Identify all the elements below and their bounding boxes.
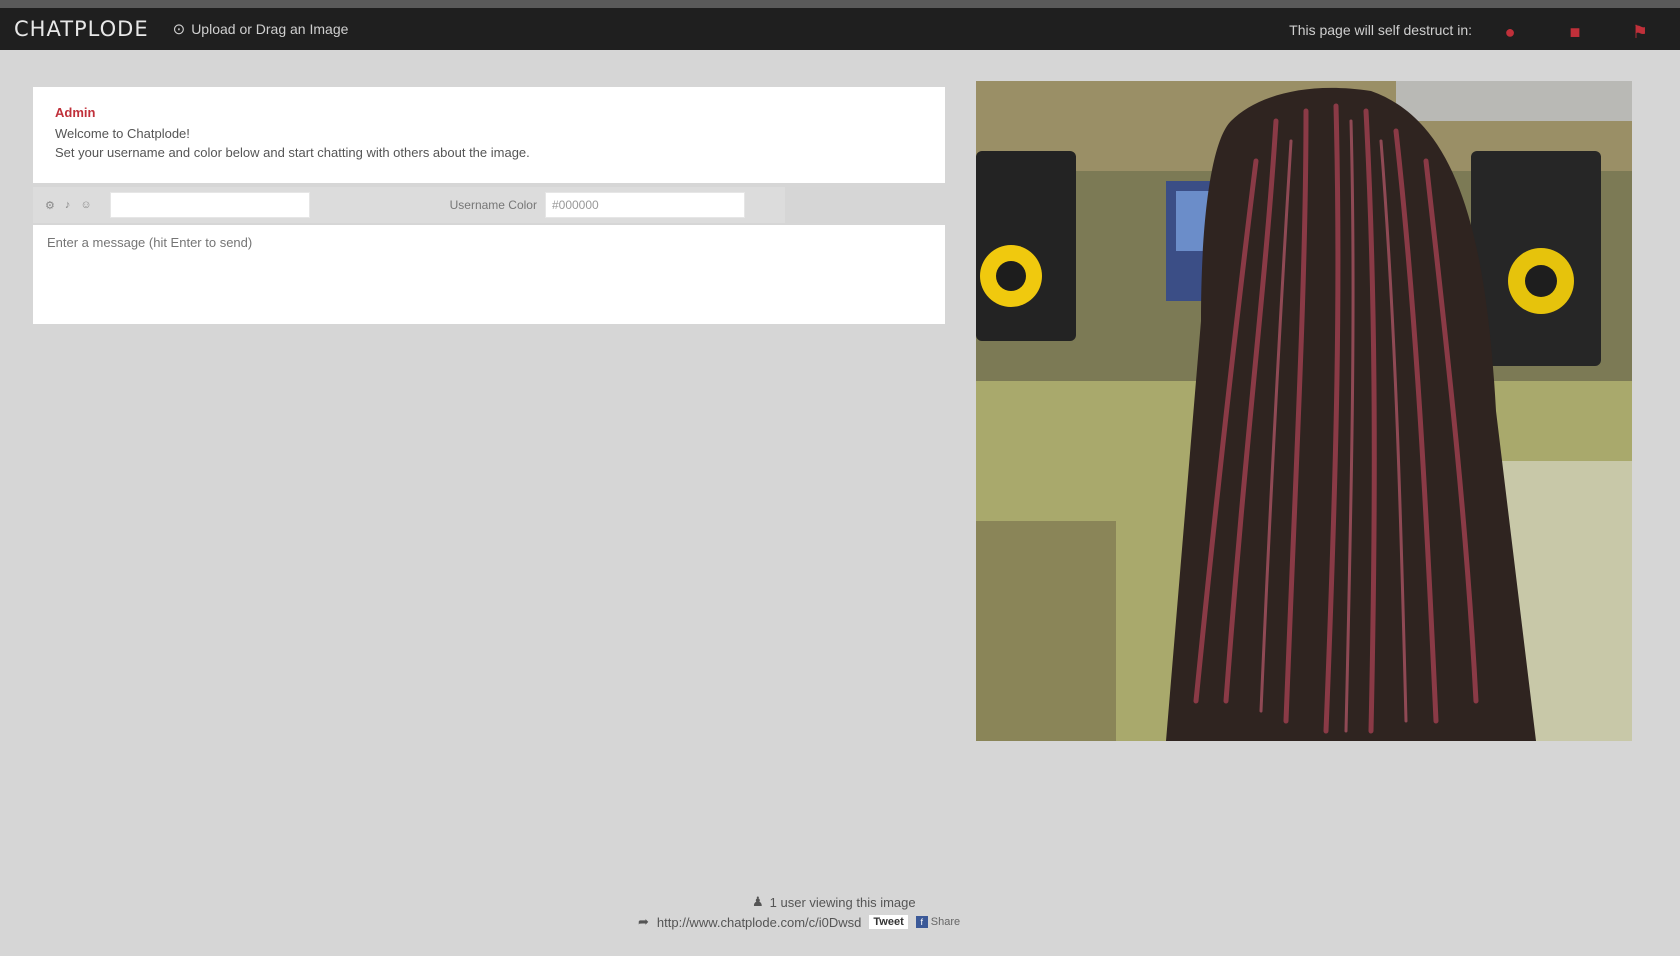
shared-image[interactable] [976,81,1632,741]
username-input[interactable] [109,192,310,218]
flag-icon[interactable]: ⚑ [1627,19,1653,45]
tweet-button-label: Tweet [873,916,904,928]
user-icon[interactable]: ● [1497,19,1523,45]
color-input[interactable] [544,192,745,218]
message-input[interactable] [33,225,945,324]
facebook-icon: f [915,916,928,928]
share-link[interactable]: http://www.chatplode.com/c/i0Dwsd [657,915,861,930]
color-label: Username Color [449,198,537,212]
tweet-button[interactable]: Tweet [869,915,908,929]
emoji-icon[interactable]: ☺ [80,199,91,212]
message-text: Welcome to Chatplode! [55,126,190,141]
viewer-count: ♟ 1 user viewing this image [752,894,916,910]
chat-messages: Admin Welcome to Chatplode! Set your use… [33,87,945,183]
upload-button[interactable]: ⊙ Upload or Drag an Image [173,20,349,38]
facebook-share-button[interactable]: f Share [915,916,961,928]
share-bar: ➦ http://www.chatplode.com/c/i0Dwsd Twee… [638,914,960,930]
self-destruct-timer: This page will self destruct in: [1289,22,1472,38]
photo [976,81,1632,741]
share-icon: ➦ [638,914,649,929]
chat-controls: ⚙ ♪ ☺ Username Color [33,187,785,223]
logo[interactable]: CHATPLODE [14,17,149,41]
upload-icon: ⊙ [172,21,186,38]
bookmark-icon[interactable]: ■ [1562,19,1588,45]
share-button-label: Share [930,916,961,928]
user-icon: ♟ [752,894,764,909]
viewer-count-text: 1 user viewing this image [769,894,916,910]
sound-icon[interactable]: ♪ [65,199,71,212]
message-text: Set your username and color below and st… [55,145,530,160]
chat-message: Admin Welcome to Chatplode! Set your use… [55,105,923,160]
upload-label: Upload or Drag an Image [191,21,349,37]
top-bar: CHATPLODE ⊙ Upload or Drag an Image This… [0,0,1680,50]
settings-icon[interactable]: ⚙ [45,199,55,212]
message-author: Admin [55,105,96,120]
